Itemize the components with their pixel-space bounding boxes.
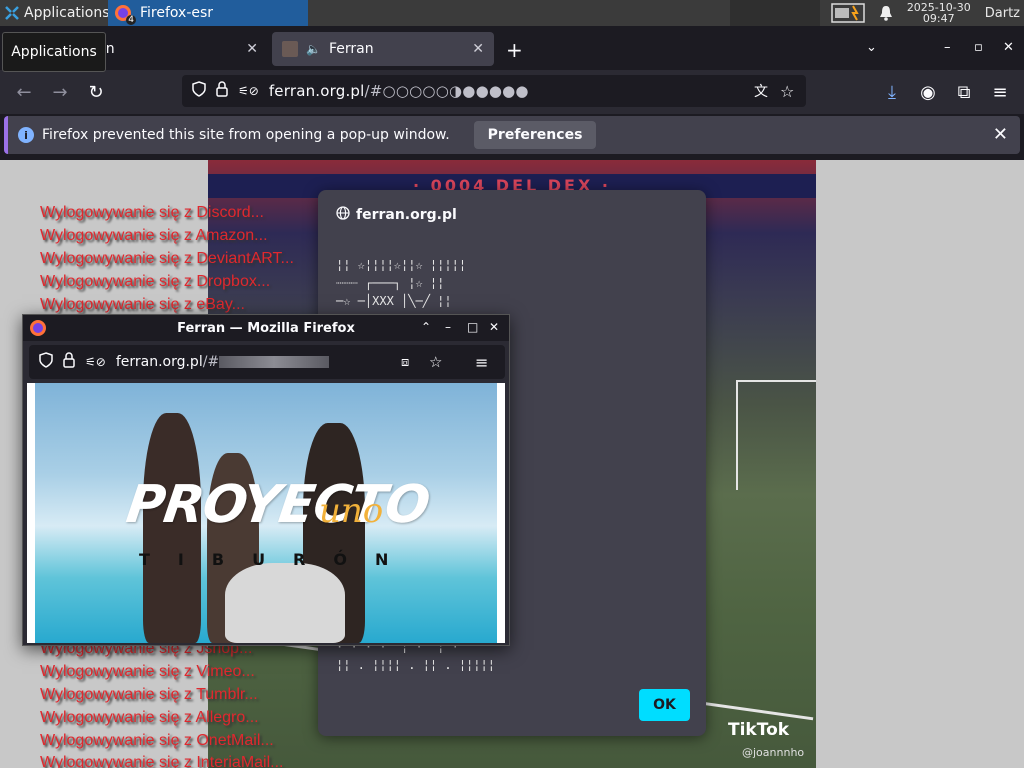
- notification-bell-icon[interactable]: [879, 5, 893, 21]
- window-count-badge: 4: [126, 15, 136, 25]
- taskbar-clock[interactable]: 2025-10-30 09:47: [907, 2, 971, 24]
- taskbar-tray: 2025-10-30 09:47 Dartz: [831, 0, 1024, 26]
- list-item: Wylogowywanie się z Tumblr...: [40, 685, 258, 703]
- notification-text: Firefox prevented this site from opening…: [42, 127, 450, 143]
- applications-icon: [4, 5, 20, 21]
- tiktok-watermark: TikTok: [728, 720, 790, 740]
- applications-label: Applications: [24, 5, 110, 21]
- minimize-icon[interactable]: –: [944, 40, 951, 55]
- battery-icon[interactable]: [831, 2, 865, 24]
- applications-menu-button[interactable]: Applications ⁝: [0, 0, 121, 26]
- globe-icon: [336, 206, 350, 224]
- shield-icon[interactable]: [39, 352, 53, 372]
- tab-label: Ferran: [328, 41, 374, 57]
- popup-firefox-window: Ferran — Mozilla Firefox ⌃ – □ ✕ ⚟⊘ ferr…: [22, 314, 510, 646]
- ok-button[interactable]: OK: [639, 689, 690, 721]
- popup-shade-icon[interactable]: ⌃: [421, 320, 431, 334]
- permissions-icon[interactable]: ⚟⊘: [238, 84, 259, 98]
- applications-tooltip: Applications: [2, 32, 106, 72]
- close-notification-icon[interactable]: ✕: [993, 124, 1008, 145]
- taskbar-window-firefox[interactable]: 4 Firefox-esr: [108, 0, 308, 26]
- tab-favicon-icon: [282, 41, 298, 57]
- extensions-icon[interactable]: ⧉: [952, 80, 976, 104]
- permissions-icon[interactable]: ⚟⊘: [85, 355, 106, 369]
- close-tab-icon[interactable]: ✕: [472, 41, 484, 57]
- popup-close-icon[interactable]: ✕: [489, 320, 499, 334]
- list-tabs-chevron-icon[interactable]: ⌄: [866, 40, 877, 55]
- list-item: Wylogowywanie się z OnetMail...: [40, 731, 274, 749]
- lock-icon[interactable]: [63, 352, 75, 372]
- taskbar-empty-area: [730, 0, 820, 26]
- logout-list-top: Wylogowywanie się z Discord... Wylogowyw…: [40, 202, 294, 316]
- album-cover-image: PROYECTO uno TIBURÓN: [35, 383, 497, 643]
- maximize-icon[interactable]: ▫: [974, 40, 983, 55]
- album-accent: uno: [319, 491, 384, 531]
- forward-arrow-icon[interactable]: →: [48, 80, 72, 104]
- tiktok-username: @joannnho: [742, 746, 805, 759]
- tab-bar: Ferran ✕ 🔈 Ferran ✕ + ⌄ – ▫ ✕: [0, 26, 1024, 70]
- list-item: Wylogowywanie się z InteriaMail...: [40, 754, 284, 768]
- list-item: Wylogowywanie się z Dropbox...: [40, 272, 271, 290]
- popup-maximize-icon[interactable]: □: [467, 320, 478, 334]
- dialog-message-top: ¦¦ ☆¦¦¦¦☆¦¦☆ ¦¦¦¦¦ ┈┈┈ ┌───┐ ¦☆ ¦¦ ─☆ ─│…: [336, 258, 467, 308]
- navigation-toolbar: ← → ↻ ⚟⊘ ferran.org.pl/#○○○○○◑●●●●● 文 ☆ …: [0, 70, 1024, 114]
- info-icon: i: [18, 127, 34, 143]
- speaker-icon[interactable]: 🔈: [306, 42, 321, 56]
- back-arrow-icon[interactable]: ←: [12, 80, 36, 104]
- list-item: Wylogowywanie się z Amazon...: [40, 226, 268, 244]
- album-title: PROYECTO: [122, 475, 433, 535]
- firefox-icon: 4: [114, 4, 136, 25]
- user-menu[interactable]: Dartz: [985, 6, 1020, 21]
- popup-url-text: ferran.org.pl/#: [116, 354, 330, 370]
- logout-list-bottom: Wylogowywanie się z Jshop... Wylogowywan…: [40, 638, 284, 768]
- popup-page-content: PROYECTO uno TIBURÓN: [27, 383, 505, 643]
- account-icon[interactable]: ◉: [916, 80, 940, 104]
- menu-hamburger-icon[interactable]: ≡: [988, 80, 1012, 104]
- person-figure: [225, 563, 345, 643]
- clock-time: 09:47: [922, 12, 955, 25]
- reload-icon[interactable]: ↻: [84, 80, 108, 104]
- shield-icon[interactable]: [192, 81, 206, 101]
- popup-title: Ferran — Mozilla Firefox: [177, 320, 355, 336]
- desktop-taskbar: Applications ⁝ 4 Firefox-esr 2025-10-30 …: [0, 0, 1024, 26]
- popup-address-bar[interactable]: ⚟⊘ ferran.org.pl/# ⧈ ☆ ≡: [29, 345, 505, 379]
- pip-icon[interactable]: ⧈: [401, 355, 409, 370]
- address-bar[interactable]: ⚟⊘ ferran.org.pl/#○○○○○◑●●●●● 文 ☆: [182, 75, 806, 107]
- url-text: ferran.org.pl/#○○○○○◑●●●●●: [268, 82, 529, 100]
- downloads-icon[interactable]: ⤓: [880, 80, 904, 104]
- close-window-icon[interactable]: ✕: [1003, 40, 1014, 55]
- list-item: Wylogowywanie się z Allegro...: [40, 708, 259, 726]
- list-item: Wylogowywanie się z DeviantART...: [40, 249, 294, 267]
- goal-post: [736, 380, 738, 490]
- translate-icon[interactable]: 文: [754, 81, 768, 101]
- preferences-button[interactable]: Preferences: [473, 121, 597, 149]
- close-tab-icon[interactable]: ✕: [246, 41, 258, 57]
- list-item: Wylogowywanie się z Vimeo...: [40, 662, 255, 680]
- popup-minimize-icon[interactable]: –: [445, 320, 451, 334]
- dialog-host-label: ferran.org.pl: [356, 207, 457, 223]
- menu-hamburger-icon[interactable]: ≡: [475, 353, 488, 372]
- goal-post: [736, 380, 816, 382]
- lock-icon[interactable]: [216, 81, 228, 101]
- bookmark-star-icon[interactable]: ☆: [429, 353, 442, 371]
- popup-titlebar[interactable]: Ferran — Mozilla Firefox ⌃ – □ ✕: [23, 315, 509, 341]
- tab-ferran-2[interactable]: 🔈 Ferran ✕: [272, 32, 494, 66]
- album-subtitle: TIBURÓN: [139, 550, 417, 569]
- popup-blocked-notification: i Firefox prevented this site from openi…: [4, 116, 1020, 154]
- list-item: Wylogowywanie się z Discord...: [40, 204, 264, 221]
- new-tab-plus-icon[interactable]: +: [506, 38, 523, 62]
- bookmark-star-icon[interactable]: ☆: [780, 82, 794, 101]
- dialog-host: ferran.org.pl: [336, 206, 457, 224]
- taskbar-window-label: Firefox-esr: [140, 5, 214, 21]
